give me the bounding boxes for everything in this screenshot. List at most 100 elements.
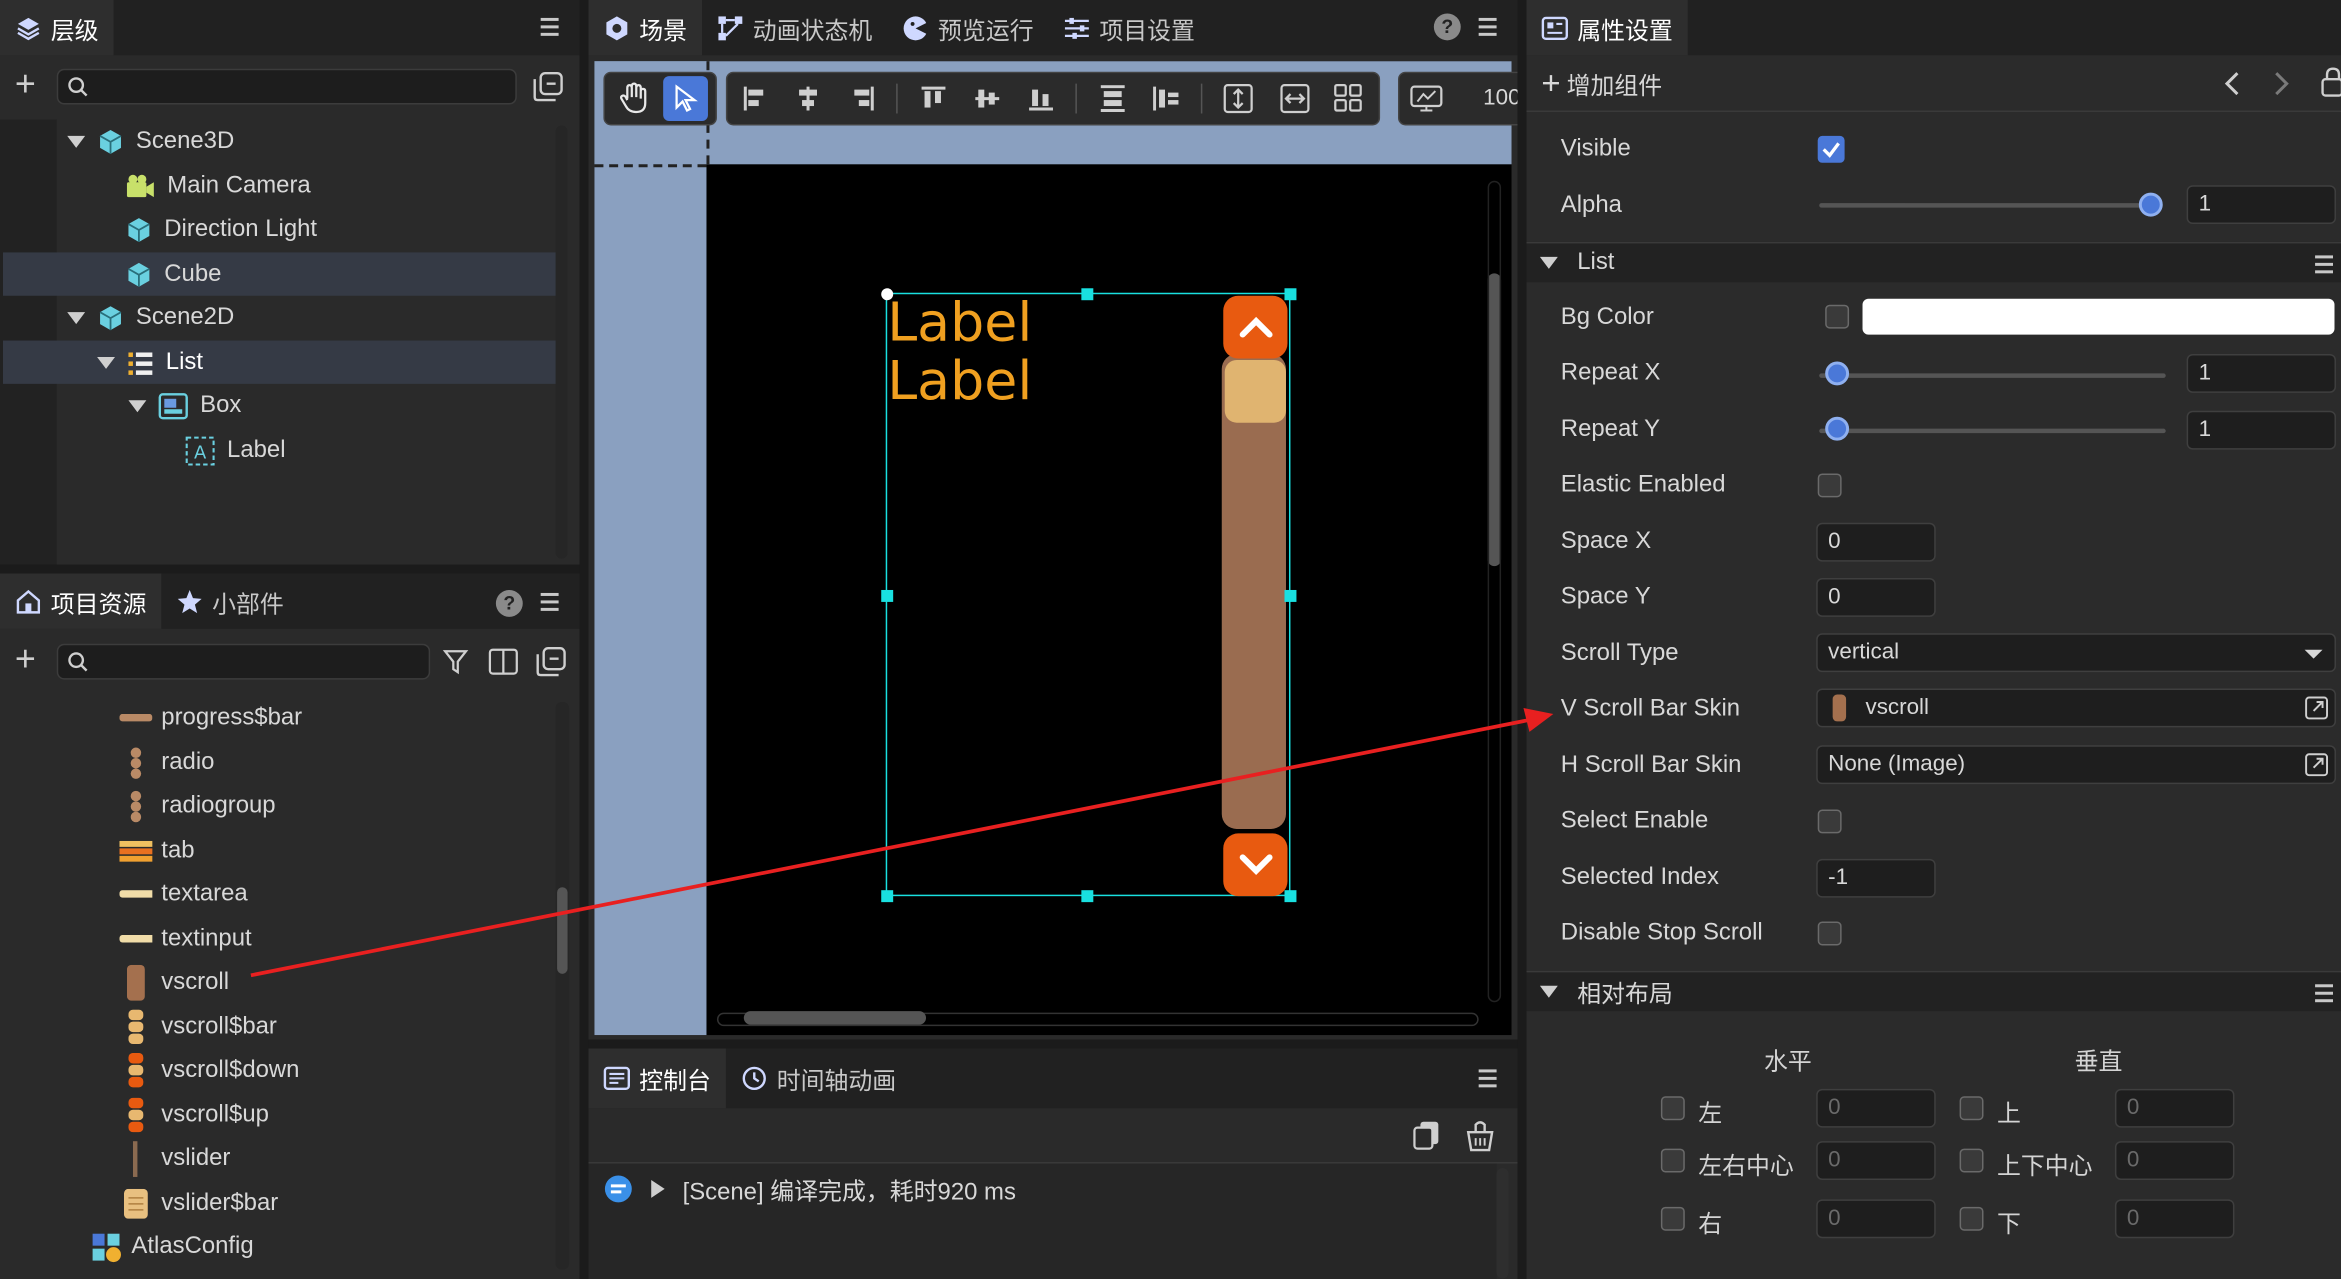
console-menu-icon[interactable]	[1478, 1069, 1497, 1088]
tree-row-scene2d[interactable]: Scene2D	[3, 296, 556, 339]
repeat-x-slider-track[interactable]	[1819, 373, 2166, 378]
add-component-button[interactable]: + 增加组件	[1541, 66, 1662, 102]
align-top-button[interactable]	[911, 76, 956, 121]
scene-viewport[interactable]: Label Label	[594, 61, 1512, 1036]
chevron-down-icon[interactable]	[128, 399, 147, 412]
tab-inspector[interactable]: 属性设置	[1526, 0, 1688, 56]
hierarchy-scrollbar[interactable]	[555, 125, 568, 559]
resources-search-input[interactable]	[56, 643, 431, 680]
resize-handle[interactable]	[1081, 288, 1094, 301]
list-section-header[interactable]: List	[1526, 241, 2341, 283]
forward-arrow-icon[interactable]	[2273, 70, 2291, 104]
resource-item[interactable]: vslider	[119, 1137, 230, 1181]
vscroll-up-button[interactable]	[1223, 295, 1288, 359]
resize-handle[interactable]	[1284, 890, 1297, 903]
fit-height-button[interactable]	[1216, 76, 1261, 121]
tab-hierarchy[interactable]: 层级	[0, 0, 114, 56]
tab-project-settings[interactable]: 项目设置	[1049, 0, 1210, 55]
copy-icon[interactable]	[1413, 1120, 1440, 1157]
back-arrow-icon[interactable]	[2222, 70, 2240, 104]
space-x-input[interactable]: 0	[1816, 522, 1936, 562]
resources-add-button[interactable]: +	[15, 642, 36, 678]
vscroll-skin-field[interactable]: vscroll	[1816, 688, 2336, 728]
top-anchor-input[interactable]: 0	[2114, 1088, 2235, 1128]
resource-item[interactable]: vscroll$bar	[119, 1005, 277, 1049]
pick-asset-icon[interactable]	[2305, 696, 2329, 720]
hscroll-skin-field[interactable]: None (Image)	[1816, 745, 2336, 785]
pick-asset-icon[interactable]	[2305, 753, 2329, 777]
bottom-anchor-input[interactable]: 0	[2114, 1199, 2235, 1239]
tree-row-scene3d[interactable]: Scene3D	[3, 119, 556, 162]
split-view-icon[interactable]	[488, 648, 518, 682]
console-message-row[interactable]: [Scene] 编译完成，耗时920 ms	[603, 1171, 1016, 1207]
distribute-v-button[interactable]	[1090, 76, 1135, 121]
tab-scene[interactable]: 场景	[588, 0, 703, 56]
resource-item[interactable]: radio	[119, 741, 214, 785]
collapse-all-icon[interactable]	[532, 70, 565, 110]
help-icon[interactable]: ?	[495, 589, 523, 617]
relative-layout-section-header[interactable]: 相对布局	[1526, 970, 2341, 1012]
resource-item[interactable]: textinput	[119, 917, 252, 961]
alpha-slider-track[interactable]	[1819, 203, 2163, 208]
resize-handle[interactable]	[1284, 589, 1297, 602]
distribute-h-button[interactable]	[1144, 76, 1189, 121]
hierarchy-menu-icon[interactable]	[540, 17, 559, 36]
center-h-anchor-input[interactable]: 0	[1816, 1141, 1936, 1180]
chevron-down-icon[interactable]	[67, 311, 86, 324]
align-middle-v-button[interactable]	[965, 76, 1010, 121]
list-selection-box[interactable]: Label Label	[881, 288, 1297, 903]
resize-handle[interactable]	[1081, 890, 1094, 903]
expand-arrow-icon[interactable]	[651, 1179, 665, 1198]
chevron-down-icon[interactable]	[67, 135, 86, 148]
alpha-slider-knob[interactable]	[2138, 192, 2163, 217]
select-tool-button[interactable]	[663, 76, 708, 121]
hand-tool-button[interactable]	[612, 76, 657, 121]
align-center-h-button[interactable]	[786, 76, 831, 121]
resources-scrollbar[interactable]	[555, 701, 570, 1270]
elastic-checkbox[interactable]	[1817, 473, 1842, 498]
bg-color-checkbox[interactable]	[1825, 304, 1850, 329]
scroll-type-select[interactable]: vertical	[1816, 633, 2336, 673]
tree-row-label[interactable]: A Label	[3, 429, 556, 472]
lock-icon[interactable]	[2321, 67, 2341, 104]
resize-handle[interactable]	[881, 589, 894, 602]
right-anchor-input[interactable]: 0	[1816, 1199, 1936, 1239]
console-scrollbar[interactable]	[1496, 1167, 1509, 1279]
resize-handle[interactable]	[1284, 288, 1297, 301]
filter-icon[interactable]	[442, 648, 469, 682]
chevron-down-icon[interactable]	[1539, 256, 1558, 269]
repeat-x-slider-knob[interactable]	[1825, 361, 1850, 386]
tree-row-list[interactable]: List	[2, 340, 556, 384]
top-anchor-checkbox[interactable]	[1959, 1096, 1984, 1121]
resource-item[interactable]: vscroll	[119, 960, 229, 1004]
resource-item[interactable]: vslider$bar	[119, 1181, 278, 1225]
viewport-hscrollbar[interactable]	[743, 1011, 927, 1025]
center-v-anchor-input[interactable]: 0	[2114, 1141, 2235, 1180]
section-menu-icon[interactable]	[2315, 984, 2334, 1003]
resource-item[interactable]: vscroll$up	[119, 1093, 269, 1137]
resize-handle[interactable]	[881, 890, 894, 903]
select-enable-checkbox[interactable]	[1817, 809, 1842, 834]
tab-console[interactable]: 控制台	[588, 1048, 726, 1109]
tree-row-box[interactable]: Box	[3, 384, 556, 427]
zoom-level[interactable]: 100	[1483, 85, 1517, 110]
align-bottom-button[interactable]	[1019, 76, 1064, 121]
resource-item[interactable]: AtlasConfig	[90, 1225, 254, 1269]
repeat-y-slider-knob[interactable]	[1825, 416, 1850, 441]
tab-preview[interactable]: 预览运行	[887, 0, 1048, 55]
resources-menu-icon[interactable]	[540, 592, 559, 611]
clear-console-icon[interactable]	[1464, 1119, 1497, 1159]
resource-item[interactable]: vscroll$down	[119, 1049, 299, 1093]
vscroll-track[interactable]	[1221, 353, 1286, 829]
pivot-point[interactable]	[881, 288, 894, 301]
tree-row-direction-light[interactable]: Direction Light	[3, 208, 556, 251]
alpha-input[interactable]: 1	[2186, 185, 2336, 225]
bottom-anchor-checkbox[interactable]	[1959, 1206, 1984, 1231]
screen-mode-button[interactable]	[1404, 76, 1449, 121]
grid-layout-button[interactable]	[1326, 76, 1371, 121]
repeat-y-input[interactable]: 1	[2186, 410, 2336, 450]
help-icon[interactable]: ?	[1433, 13, 1461, 41]
right-anchor-checkbox[interactable]	[1660, 1206, 1685, 1231]
selected-index-input[interactable]: -1	[1816, 858, 1936, 898]
left-anchor-input[interactable]: 0	[1816, 1088, 1936, 1128]
